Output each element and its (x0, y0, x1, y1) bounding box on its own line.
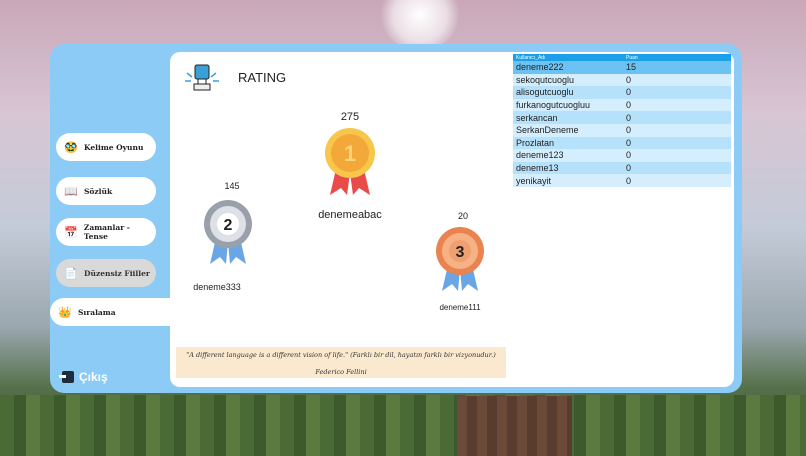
background-ground (0, 395, 806, 456)
quote-text: "A different language is a different vis… (186, 351, 496, 359)
second-place-score: 145 (224, 181, 240, 191)
logout-icon (59, 371, 74, 383)
row-username: alisogutcuoglu (513, 86, 623, 99)
row-score: 0 (623, 136, 731, 150)
calendar-icon: 📅 (64, 225, 78, 239)
nav-label: Sözlük (84, 186, 113, 196)
table-row[interactable]: SerkanDeneme 0 (513, 123, 731, 137)
row-username: deneme13 (513, 161, 623, 175)
nav-duzensiz-fiiller-button[interactable]: 📄 Düzensiz Fiiller (56, 259, 156, 287)
row-username: serkancan (513, 111, 623, 124)
crown-icon: 👑 (58, 305, 72, 319)
third-place-score: 20 (457, 211, 468, 221)
table-row[interactable]: alisogutcuoglu 0 (513, 86, 731, 99)
leaderboard-table: Kullanıcı_Adı Puan deneme222 15 sekoqutcu… (513, 54, 731, 187)
sidebar: 🥸 Kelime Oyunu 📖 Sözlük 📅 Zamanlar - Ten… (50, 44, 175, 393)
table-row[interactable]: deneme13 0 (513, 161, 731, 175)
table-row[interactable]: serkancan 0 (513, 111, 731, 124)
third-place-name: deneme111 (439, 303, 481, 312)
row-username: sekoqutcuoglu (513, 73, 623, 87)
row-username: SerkanDeneme (513, 123, 623, 137)
book-icon: 📖 (64, 184, 78, 198)
table-row[interactable]: deneme123 0 (513, 149, 731, 162)
first-place-rank: 1 (344, 141, 356, 166)
first-place-score: 275 (340, 111, 360, 123)
logout-label: Çıkış (79, 370, 108, 384)
row-username: deneme222 (513, 61, 623, 74)
second-place-rank: 2 (224, 217, 233, 234)
row-score: 0 (623, 174, 731, 187)
row-score: 0 (623, 161, 731, 175)
second-place-medal-icon: 2 (204, 200, 252, 264)
nav-label: Sıralama (78, 307, 116, 317)
nav-kelime-oyunu-button[interactable]: 🥸 Kelime Oyunu (56, 133, 156, 161)
table-row[interactable]: Prozlatan 0 (513, 136, 731, 150)
row-score: 0 (623, 98, 731, 112)
row-username: furkanogutcuogluu (513, 98, 623, 112)
nav-sozluk-button[interactable]: 📖 Sözlük (56, 177, 156, 205)
background-sun (380, 0, 460, 50)
row-score: 0 (623, 123, 731, 137)
table-row[interactable]: furkanogutcuogluu 0 (513, 98, 731, 112)
table-row[interactable]: sekoqutcuoglu 0 (513, 73, 731, 87)
table-row[interactable]: deneme222 15 (513, 61, 731, 74)
table-header-row: Kullanıcı_Adı Puan (513, 54, 731, 61)
first-place-name: denemeabac (318, 209, 382, 221)
page-title: RATING (238, 70, 287, 85)
app-window: 🥸 Kelime Oyunu 📖 Sözlük 📅 Zamanlar - Ten… (50, 44, 742, 393)
quote-author: Federico Fellini (315, 368, 367, 376)
row-score: 15 (623, 61, 731, 74)
row-score: 0 (623, 149, 731, 162)
main-panel: RATING 275 1 denemeabac 145 2 deneme333 … (170, 52, 734, 387)
nav-label: Zamanlar - Tense (83, 223, 130, 241)
second-place-name: deneme333 (193, 282, 241, 292)
background-tree-trunk (457, 396, 572, 456)
row-username: Prozlatan (513, 136, 623, 150)
third-place-rank: 3 (456, 244, 465, 261)
row-score: 0 (623, 73, 731, 87)
third-place-medal-icon: 3 (436, 227, 484, 291)
document-icon: 📄 (64, 266, 78, 280)
first-place-medal-icon: 1 (325, 128, 375, 195)
column-header-username: Kullanıcı_Adı (513, 54, 623, 61)
trophy-icon (185, 64, 219, 91)
row-username: deneme123 (513, 149, 623, 162)
column-header-score: Puan (623, 54, 731, 61)
table-row[interactable]: yenikayit 0 (513, 174, 731, 187)
logout-button[interactable]: Çıkış (59, 370, 108, 384)
nav-zamanlar-button[interactable]: 📅 Zamanlar - Tense (56, 218, 156, 246)
row-score: 0 (623, 86, 731, 99)
row-username: yenikayit (513, 174, 623, 187)
nav-siralama-button[interactable]: 👑 Sıralama (50, 298, 175, 326)
glasses-icon: 🥸 (64, 140, 78, 154)
row-score: 0 (623, 111, 731, 124)
nav-label: Düzensiz Fiiller (84, 268, 150, 278)
nav-label: Kelime Oyunu (84, 142, 144, 152)
quote-box: "A different language is a different vis… (176, 347, 506, 378)
